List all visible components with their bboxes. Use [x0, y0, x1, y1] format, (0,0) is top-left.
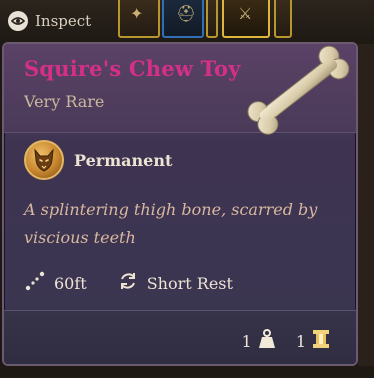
trait-row: Permanent — [24, 140, 172, 180]
properties-row: 60ft Short Rest — [24, 270, 233, 296]
range-value: 60ft — [54, 273, 87, 293]
inventory-background — [0, 366, 374, 378]
trait-label: Permanent — [74, 150, 173, 170]
eye-icon — [8, 11, 28, 31]
item-tooltip: Squire's Chew Toy Very Rare Permanent A … — [2, 42, 358, 366]
coin-icon — [312, 329, 330, 353]
item-name: Squire's Chew Toy — [24, 56, 241, 81]
inventory-slot[interactable] — [274, 0, 292, 38]
item-icon: ✦ — [130, 4, 144, 23]
weapon-icon: ⚔ — [238, 4, 253, 23]
range-icon — [24, 270, 46, 296]
recharge-icon — [117, 270, 139, 296]
inventory-slot[interactable]: ⚔ — [222, 0, 270, 38]
inventory-background — [358, 44, 374, 378]
value-amount: 1 — [295, 331, 306, 351]
inspect-label: Inspect — [35, 12, 92, 30]
inventory-slot[interactable]: ⛑ — [162, 0, 204, 38]
weight-icon — [258, 329, 276, 353]
footer-stats: 1 1 — [242, 329, 330, 353]
helmet-icon: ⛑ — [176, 4, 197, 23]
tooltip-footer: 1 1 — [4, 311, 356, 364]
item-rarity: Very Rare — [24, 92, 105, 111]
item-description: A splintering thigh bone, scarred by vis… — [24, 200, 318, 247]
inventory-slot[interactable]: ✦ — [118, 0, 160, 38]
inventory-slot[interactable] — [206, 0, 218, 38]
wolf-badge-icon — [24, 140, 64, 180]
weight-value: 1 — [241, 331, 252, 351]
inspect-prompt[interactable]: Inspect — [8, 8, 91, 34]
recharge-value: Short Rest — [146, 273, 233, 293]
bone-icon — [247, 45, 350, 135]
